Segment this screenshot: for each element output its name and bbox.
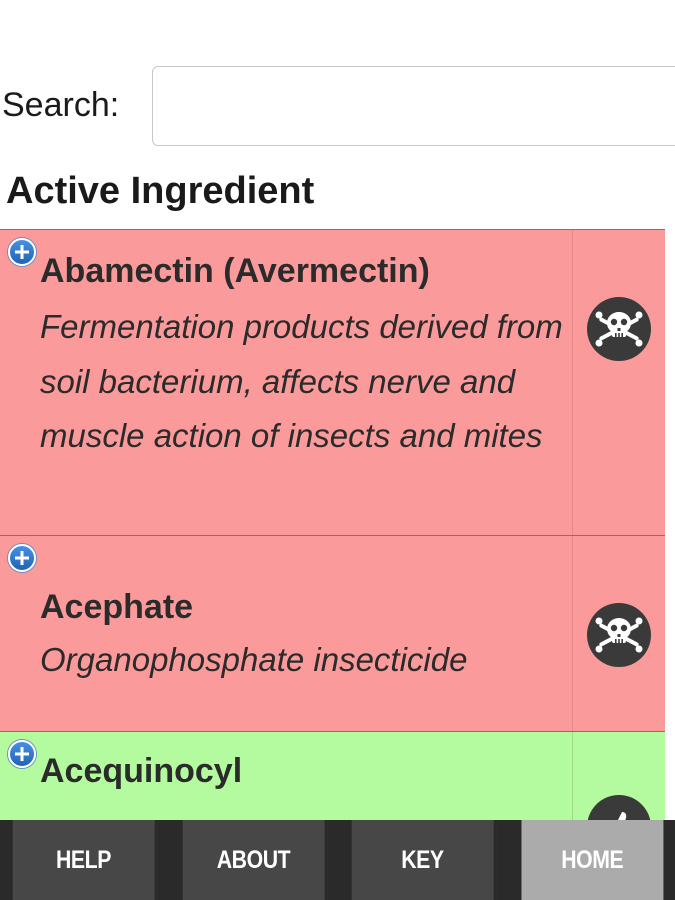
expand-plus-icon[interactable]	[8, 238, 36, 266]
search-input[interactable]	[152, 66, 675, 146]
skull-crossbones-icon	[587, 603, 651, 667]
nav-home-button[interactable]: HOME	[520, 820, 663, 900]
nav-about-label: ABOUT	[216, 845, 290, 874]
bottom-nav: HELP ABOUT KEY HOME	[0, 820, 675, 900]
ingredient-list: Abamectin (Avermectin) Fermentation prod…	[0, 229, 665, 859]
expand-plus-icon[interactable]	[8, 544, 36, 572]
ingredient-description: Fermentation products derived from soil …	[40, 308, 563, 454]
toxicity-column	[572, 230, 665, 535]
section-heading: Active Ingredient	[6, 170, 315, 212]
nav-help-label: HELP	[55, 845, 111, 874]
ingredient-name: Acequinocyl	[40, 752, 243, 790]
skull-crossbones-icon	[587, 297, 651, 361]
list-item[interactable]: Acephate Organophosphate insecticide	[0, 535, 665, 731]
expand-plus-icon[interactable]	[8, 740, 36, 768]
ingredient-name: Acephate	[40, 588, 194, 626]
app-screen: Search: Active Ingredient Abamectin (Ave…	[0, 0, 675, 900]
nav-key-label: KEY	[401, 845, 444, 874]
list-item[interactable]: Abamectin (Avermectin) Fermentation prod…	[0, 229, 665, 535]
ingredient-name: Abamectin (Avermectin)	[40, 252, 430, 290]
ingredient-description: Organophosphate insecticide	[40, 641, 468, 678]
search-label: Search:	[2, 86, 120, 124]
nav-home-label: HOME	[560, 845, 623, 874]
nav-about-button[interactable]: ABOUT	[182, 820, 327, 900]
nav-key-button[interactable]: KEY	[351, 820, 496, 900]
nav-help-button[interactable]: HELP	[12, 820, 157, 900]
search-row: Search:	[0, 66, 675, 148]
